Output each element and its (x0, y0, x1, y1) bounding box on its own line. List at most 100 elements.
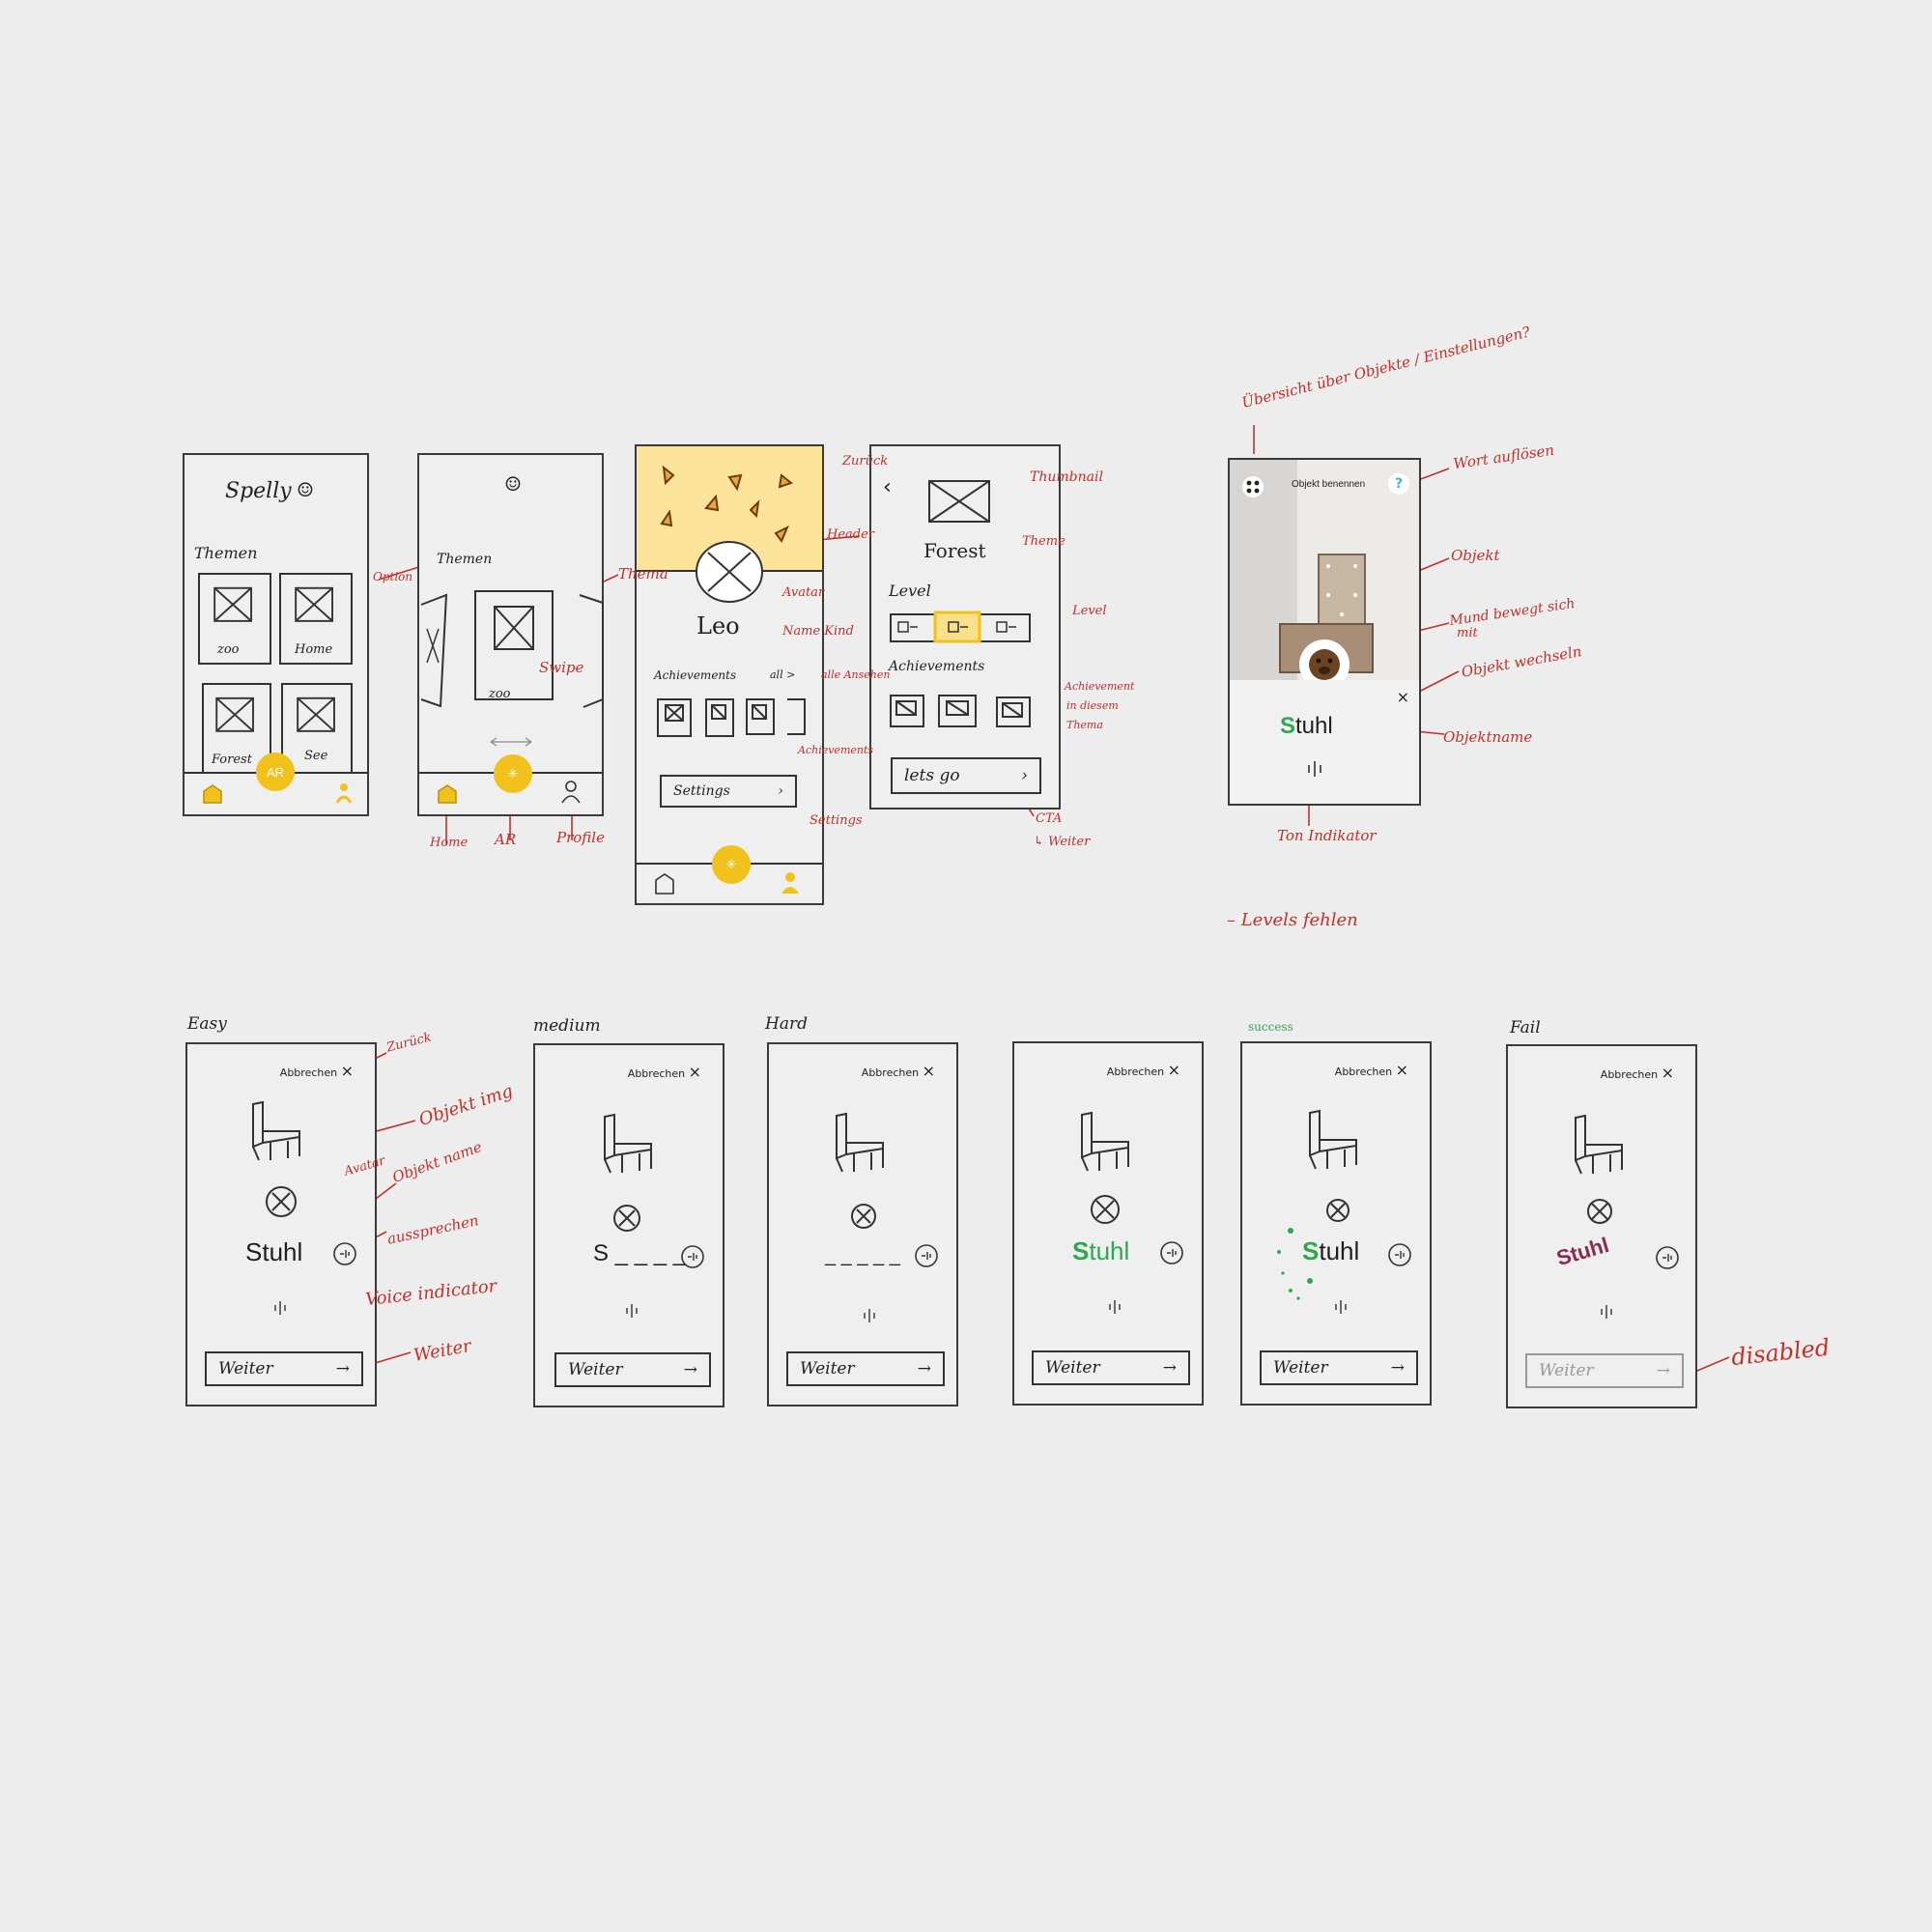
achievement-badges (657, 698, 806, 737)
annotation-wort-aufloesen: Wort auflösen (1452, 440, 1556, 473)
level-screen-medium: Abbrechen × S _ _ _ _ Weiter → (533, 1043, 724, 1407)
object-word: Stuhl (1553, 1232, 1612, 1271)
abort-label: Abbrechen (861, 1066, 920, 1079)
avatar (266, 1186, 297, 1217)
home-icon[interactable] (437, 783, 458, 805)
annotation-level: Level (1072, 604, 1107, 618)
ar-button[interactable]: AR (256, 753, 295, 791)
chevron-right-icon: › (778, 783, 783, 799)
arrow-right-icon: → (1162, 1358, 1177, 1378)
close-icon: × (922, 1062, 935, 1080)
abort-button[interactable]: Abbrechen × (862, 1062, 935, 1080)
grid-menu-icon[interactable] (1241, 475, 1264, 498)
avatar (851, 1204, 876, 1229)
level-title-hard: Hard (765, 1014, 808, 1034)
annotation-objektname: Objektname (1443, 728, 1533, 746)
arrow-right-icon: → (1656, 1361, 1670, 1380)
next-button[interactable]: Weiter → (1260, 1350, 1418, 1385)
level-screen-easy: Abbrechen × Stuhl Weiter → (185, 1042, 377, 1406)
help-icon[interactable]: ? (1388, 473, 1409, 495)
back-icon[interactable]: ‹ (883, 475, 892, 499)
profile-icon[interactable] (334, 781, 354, 805)
swipe-arrow-icon (490, 737, 532, 747)
settings-button[interactable]: Settings › (660, 775, 797, 808)
home-icon[interactable] (654, 872, 675, 895)
achievement-badges (890, 695, 1031, 727)
achievements-title: Achievements (654, 668, 737, 682)
abort-label: Abbrechen (279, 1066, 338, 1079)
speaker-icon[interactable] (914, 1243, 939, 1268)
annotation-levels-fehlen: – Levels fehlen (1227, 910, 1358, 930)
abort-button[interactable]: Abbrechen × (1601, 1064, 1674, 1082)
level-screen-success: Abbrechen × Stuhl Weiter → (1240, 1041, 1432, 1406)
ar-screen: Objekt benennen ? × Stuhl (1228, 458, 1421, 806)
abort-button[interactable]: Abbrechen × (1107, 1061, 1180, 1079)
close-icon: × (1661, 1064, 1674, 1082)
close-icon[interactable]: × (1397, 688, 1409, 706)
next-button[interactable]: Weiter → (1032, 1350, 1190, 1385)
speaker-icon[interactable] (1159, 1240, 1184, 1265)
voice-indicator-icon (274, 1301, 286, 1315)
ar-button[interactable]: ✳ (494, 754, 532, 793)
object-word: S _ _ _ _ (593, 1240, 687, 1266)
section-title: Themen (194, 544, 258, 562)
profile-icon[interactable] (780, 870, 801, 895)
avatar (696, 541, 763, 603)
ar-button[interactable]: ✳ (712, 845, 751, 884)
annotation-voice-indicator: Voice indicator (364, 1275, 498, 1311)
voice-indicator-icon (1335, 1300, 1347, 1314)
level-title: Level (889, 582, 931, 600)
word-first-letter: S (1302, 1236, 1320, 1265)
level-title-medium: medium (533, 1016, 601, 1036)
avatar (613, 1205, 640, 1232)
profile-icon[interactable] (560, 780, 582, 805)
chair-icon (1309, 1109, 1357, 1170)
abort-button[interactable]: Abbrechen × (280, 1062, 354, 1080)
annotation-name-kind: Name Kind (782, 624, 854, 639)
tile-label: zoo (217, 642, 240, 657)
speaker-icon[interactable] (1387, 1242, 1412, 1267)
chair-icon (604, 1113, 652, 1174)
speaker-icon[interactable] (680, 1244, 705, 1269)
level-title-success: success (1248, 1020, 1293, 1034)
level-selector[interactable] (889, 611, 1034, 645)
tile-label: Home (295, 642, 333, 657)
tab-bar: ✳ (419, 754, 602, 814)
theme-tile-home[interactable]: Home (279, 573, 353, 665)
theme-tile-zoo[interactable]: zoo (198, 573, 271, 665)
annotation-thumbnail: Thumbnail (1030, 469, 1103, 485)
speaker-icon[interactable] (332, 1241, 357, 1266)
theme-tile-see[interactable]: See (281, 683, 353, 774)
next-button[interactable]: Weiter → (554, 1352, 711, 1387)
avatar (1326, 1199, 1350, 1222)
chevron-right-icon: › (1021, 766, 1028, 785)
voice-indicator-icon (864, 1309, 875, 1322)
annotation-uebersicht: Übersicht über Objekte / Einstellungen? (1239, 323, 1532, 412)
next-button[interactable]: Weiter → (786, 1351, 945, 1386)
next-button-disabled[interactable]: Weiter → (1525, 1353, 1684, 1388)
arrow-right-icon: → (917, 1359, 931, 1378)
next-label: Weiter (1539, 1361, 1594, 1380)
close-icon: × (340, 1062, 354, 1080)
annotation-disabled: disabled (1729, 1333, 1832, 1372)
ar-header: Objekt benennen (1292, 479, 1366, 490)
annotation-mund-1: Mund bewegt sich (1448, 595, 1577, 630)
home-icon[interactable] (202, 783, 223, 805)
abort-button[interactable]: Abbrechen × (628, 1063, 701, 1081)
level-title-easy: Easy (187, 1014, 227, 1034)
carousel-cards[interactable] (419, 585, 606, 721)
chair-icon (836, 1112, 884, 1173)
abort-button[interactable]: Abbrechen × (1335, 1061, 1408, 1079)
close-icon: × (1395, 1061, 1408, 1079)
arrow-right-icon: → (683, 1360, 697, 1379)
next-button[interactable]: Weiter → (205, 1351, 363, 1386)
detail-screen: ‹ Forest Level Achievements lets go › (869, 444, 1061, 810)
annotation-aussprechen: aussprechen (385, 1211, 481, 1248)
annotation-objekt: Objekt (1451, 547, 1500, 564)
all-link[interactable]: all > (770, 668, 795, 681)
profile-screen: Leo Achievements all > Settings › ✳ (635, 444, 824, 905)
annotation-achievements: Achievements (798, 744, 874, 756)
lets-go-button[interactable]: lets go › (891, 757, 1041, 794)
annotation-objekt-wechseln: Objekt wechseln (1460, 642, 1583, 681)
speaker-icon[interactable] (1655, 1245, 1680, 1270)
